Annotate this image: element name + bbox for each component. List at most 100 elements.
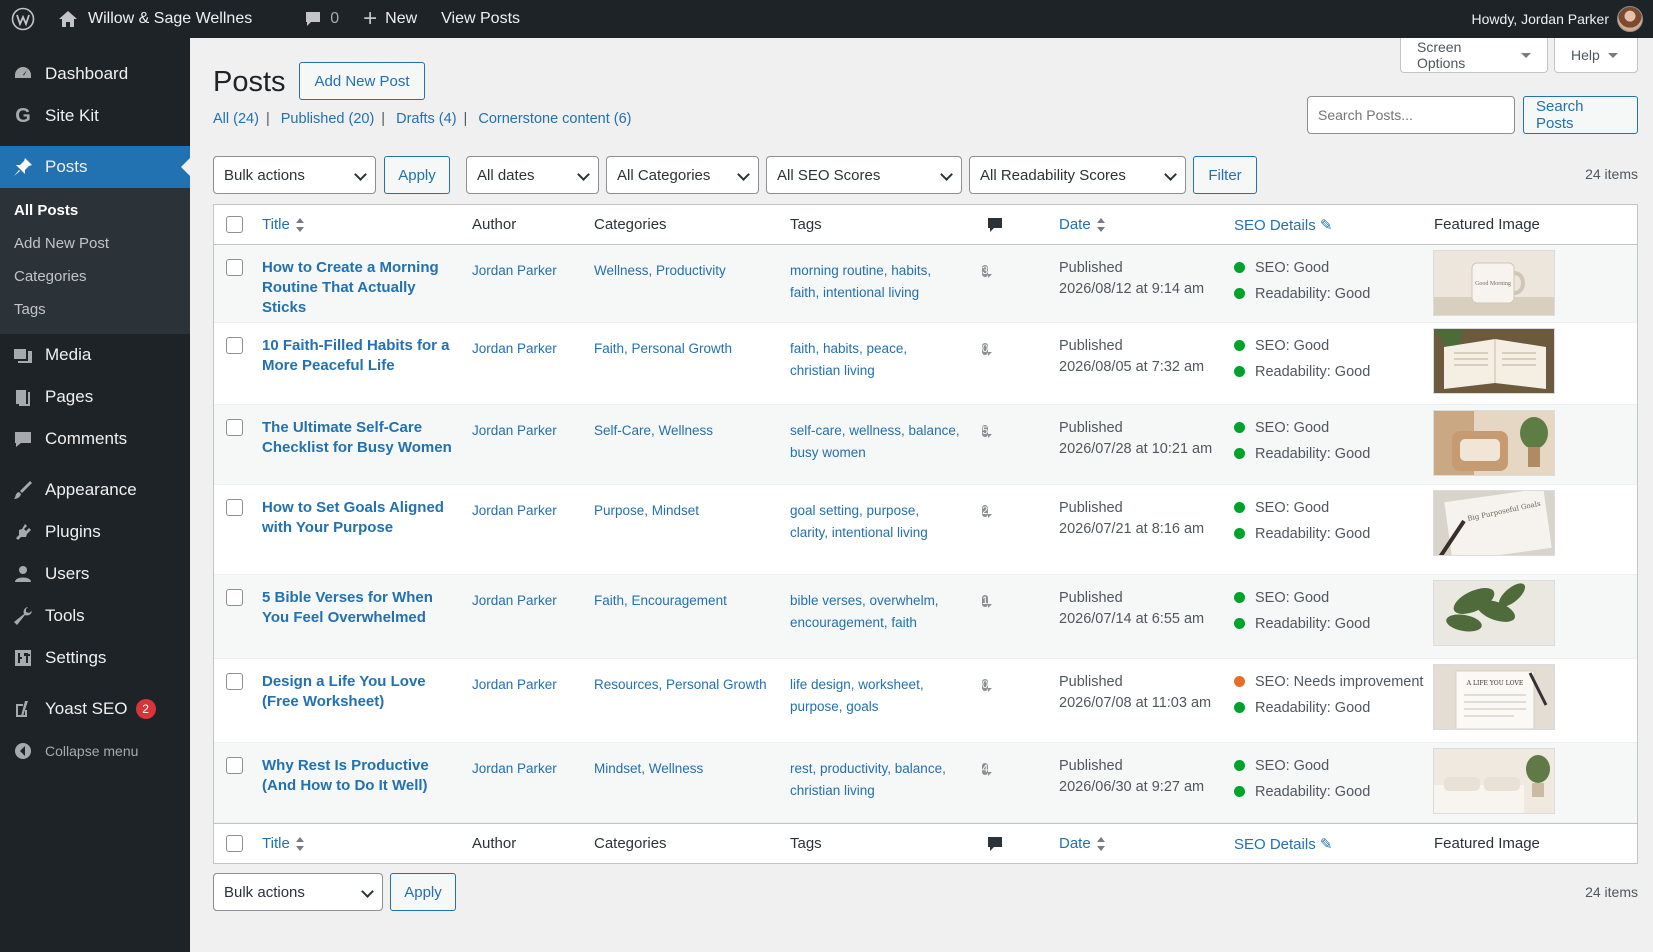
comment-count-bubble[interactable]: 2 (982, 505, 989, 517)
row-checkbox[interactable] (226, 673, 243, 690)
post-categories-links[interactable]: Resources, Personal Growth (594, 674, 767, 695)
post-author-link[interactable]: Jordan Parker (472, 500, 557, 521)
comment-count-bubble[interactable]: 0 (982, 679, 989, 691)
post-categories-links[interactable]: Faith, Personal Growth (594, 338, 732, 359)
post-categories-links[interactable]: Mindset, Wellness (594, 758, 703, 779)
bulk-actions-select[interactable]: Bulk actions (213, 156, 376, 194)
new-content-link[interactable]: + New (351, 0, 429, 38)
sort-arrows-icon (1096, 218, 1105, 233)
sidebar-item-appearance[interactable]: Appearance (0, 469, 190, 511)
readability-scores-filter-select[interactable]: All Readability Scores (969, 156, 1186, 194)
submenu-tags[interactable]: Tags (0, 293, 190, 326)
sidebar-item-posts[interactable]: Posts (0, 146, 190, 188)
post-title-link[interactable]: 10 Faith-Filled Habits for a More Peacef… (262, 336, 462, 376)
post-author-link[interactable]: Jordan Parker (472, 338, 557, 359)
sidebar-item-tools[interactable]: Tools (0, 595, 190, 637)
column-seo-details[interactable]: SEO Details ✎ (1234, 216, 1332, 234)
post-title-link[interactable]: The Ultimate Self-Care Checklist for Bus… (262, 418, 462, 458)
submenu-add-new-post[interactable]: Add New Post (0, 227, 190, 260)
filter-button[interactable]: Filter (1193, 156, 1257, 194)
sidebar-item-users[interactable]: Users (0, 553, 190, 595)
submenu-categories[interactable]: Categories (0, 260, 190, 293)
comment-count-bubble[interactable]: 3 (982, 265, 989, 277)
post-tags-links[interactable]: rest, productivity, balance, christian l… (790, 758, 960, 802)
comment-count-bubble[interactable]: 0 (982, 343, 989, 355)
post-title-link[interactable]: How to Create a Morning Routine That Act… (262, 258, 462, 318)
post-tags-links[interactable]: bible verses, overwhelm, encouragement, … (790, 590, 960, 634)
sidebar-item-plugins[interactable]: Plugins (0, 511, 190, 553)
post-date: Published 2026/06/30 at 9:27 am (1059, 756, 1204, 798)
apply-button-bottom[interactable]: Apply (390, 873, 456, 911)
paintbrush-icon (12, 479, 34, 501)
post-status: Published (1059, 260, 1123, 276)
wordpress-logo-icon[interactable] (0, 0, 46, 38)
row-checkbox[interactable] (226, 499, 243, 516)
footer-date-sort[interactable]: Date (1059, 835, 1105, 852)
sidebar-item-dashboard[interactable]: Dashboard (0, 53, 190, 95)
post-tags-links[interactable]: self-care, wellness, balance, busy women (790, 420, 960, 464)
footer-seo-details[interactable]: SEO Details ✎ (1234, 835, 1332, 853)
apply-button[interactable]: Apply (384, 156, 450, 194)
post-author-link[interactable]: Jordan Parker (472, 260, 557, 281)
post-date-value: 2026/07/21 at 8:16 am (1059, 521, 1205, 537)
search-posts-button[interactable]: Search Posts (1523, 96, 1638, 134)
sidebar-item-site-kit[interactable]: G Site Kit (0, 95, 190, 137)
submenu-all-posts[interactable]: All Posts (0, 194, 190, 227)
view-all[interactable]: All (24) (213, 111, 259, 127)
column-date-sort[interactable]: Date (1059, 216, 1105, 233)
table-row: How to Set Goals Aligned with Your Purpo… (214, 485, 1637, 575)
screen-options-button[interactable]: Screen Options (1400, 38, 1548, 73)
select-all-checkbox[interactable] (226, 216, 243, 233)
comments-link[interactable]: 0 (292, 0, 351, 38)
seo-details: SEO: Good Readability: Good (1234, 255, 1370, 307)
post-author-link[interactable]: Jordan Parker (472, 420, 557, 441)
view-cornerstone[interactable]: Cornerstone content (6) (478, 111, 631, 127)
post-tags-links[interactable]: life design, worksheet, purpose, goals (790, 674, 960, 718)
post-tags-links[interactable]: goal setting, purpose, clarity, intentio… (790, 500, 960, 544)
sidebar-item-settings[interactable]: Settings (0, 637, 190, 679)
comment-count-bubble[interactable]: 4 (982, 763, 989, 775)
post-author-link[interactable]: Jordan Parker (472, 758, 557, 779)
post-categories-links[interactable]: Wellness, Productivity (594, 260, 726, 281)
sidebar-item-media[interactable]: Media (0, 334, 190, 376)
view-drafts[interactable]: Drafts (4) (396, 111, 456, 127)
row-checkbox[interactable] (226, 259, 243, 276)
post-tags-links[interactable]: morning routine, habits, faith, intentio… (790, 260, 960, 304)
sidebar-item-pages[interactable]: Pages (0, 376, 190, 418)
comment-count-bubble[interactable]: 5 (982, 425, 989, 437)
footer-title-sort[interactable]: Title (262, 835, 304, 852)
post-tags-links[interactable]: faith, habits, peace, christian living (790, 338, 960, 382)
view-published[interactable]: Published (20) (281, 111, 375, 127)
dates-filter-select[interactable]: All dates (466, 156, 599, 194)
categories-filter-select[interactable]: All Categories (606, 156, 759, 194)
row-checkbox[interactable] (226, 419, 243, 436)
bulk-actions-select-bottom[interactable]: Bulk actions (213, 873, 383, 911)
my-account-link[interactable]: Howdy, Jordan Parker (1460, 0, 1653, 38)
post-author-link[interactable]: Jordan Parker (472, 590, 557, 611)
row-checkbox[interactable] (226, 589, 243, 606)
seo-details: SEO: Good Readability: Good (1234, 415, 1370, 467)
post-categories-links[interactable]: Faith, Encouragement (594, 590, 727, 611)
column-title-sort[interactable]: Title (262, 216, 304, 233)
row-checkbox[interactable] (226, 337, 243, 354)
seo-scores-filter-select[interactable]: All SEO Scores (766, 156, 962, 194)
help-button[interactable]: Help (1554, 38, 1638, 73)
post-title-link[interactable]: How to Set Goals Aligned with Your Purpo… (262, 498, 462, 538)
chevron-down-icon (354, 168, 367, 181)
select-all-checkbox-footer[interactable] (226, 835, 243, 852)
post-title-link[interactable]: Design a Life You Love (Free Worksheet) (262, 672, 462, 712)
post-author-link[interactable]: Jordan Parker (472, 674, 557, 695)
search-input[interactable] (1307, 96, 1515, 134)
post-title-link[interactable]: Why Rest Is Productive (And How to Do It… (262, 756, 462, 796)
sidebar-item-yoast-seo[interactable]: Yoast SEO 2 (0, 688, 190, 730)
add-new-post-button[interactable]: Add New Post (299, 62, 425, 100)
post-title-link[interactable]: 5 Bible Verses for When You Feel Overwhe… (262, 588, 462, 628)
comment-count-bubble[interactable]: 1 (982, 595, 989, 607)
post-categories-links[interactable]: Self-Care, Wellness (594, 420, 713, 441)
sidebar-item-comments[interactable]: Comments (0, 418, 190, 460)
post-categories-links[interactable]: Purpose, Mindset (594, 500, 699, 521)
view-posts-link[interactable]: View Posts (429, 0, 532, 38)
site-name-link[interactable]: Willow & Sage Wellnes (46, 0, 264, 38)
collapse-menu-button[interactable]: Collapse menu (0, 730, 190, 772)
row-checkbox[interactable] (226, 757, 243, 774)
